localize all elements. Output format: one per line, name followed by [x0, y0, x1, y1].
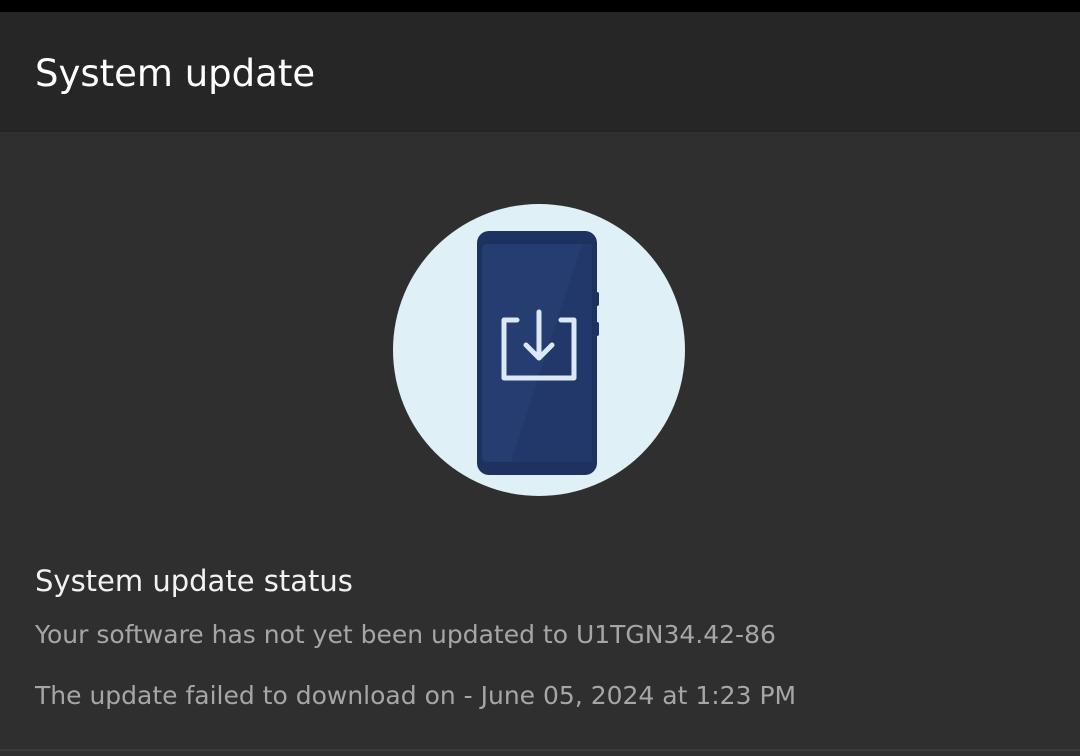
divider — [0, 749, 1080, 751]
phone-side-button — [593, 322, 599, 336]
system-update-content: System update status Your software has n… — [0, 132, 1080, 756]
status-bar — [0, 0, 1080, 12]
status-message: Your software has not yet been updated t… — [35, 620, 776, 649]
phone-side-button — [593, 292, 599, 306]
app-bar: System update — [0, 12, 1080, 132]
phone-download-icon — [393, 204, 685, 496]
page-title: System update — [35, 52, 316, 95]
failure-message: The update failed to download on - June … — [35, 681, 797, 710]
status-title: System update status — [35, 564, 353, 598]
phone-download-illustration — [393, 204, 685, 496]
